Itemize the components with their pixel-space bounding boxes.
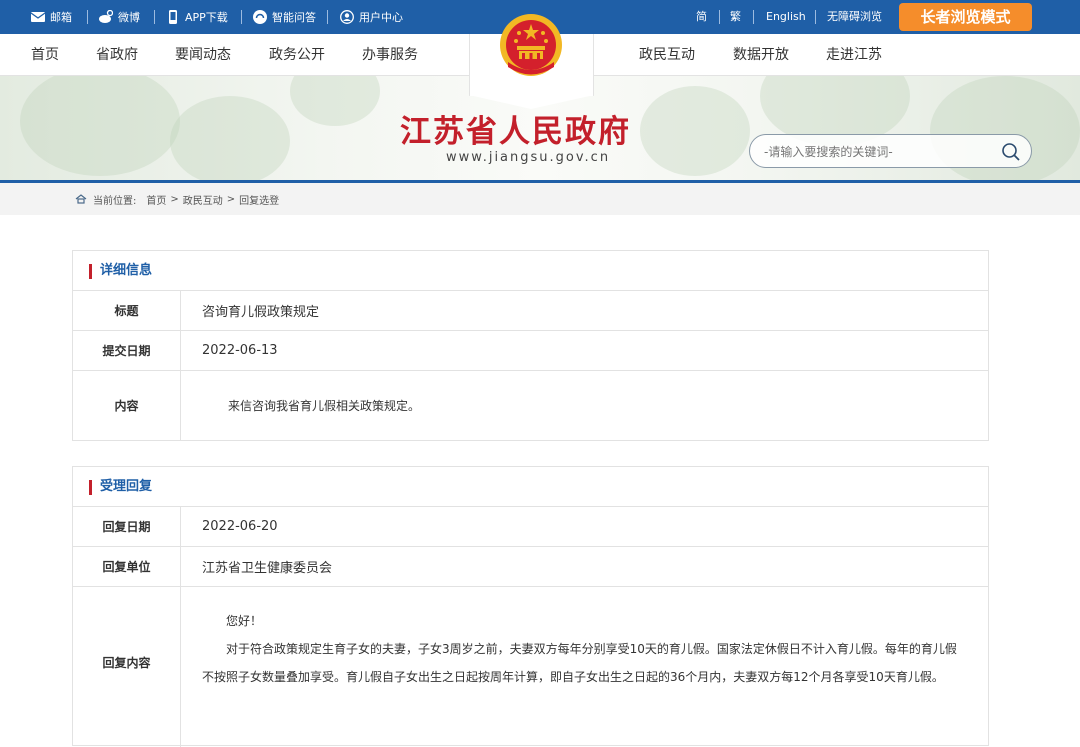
divider [87, 10, 88, 24]
nav-item-interaction[interactable]: 政民互动 [639, 34, 695, 76]
accessible-browsing-link[interactable]: 无障碍浏览 [827, 0, 882, 34]
detail-info-header: 详细信息 [73, 251, 988, 291]
detail-info-card: 详细信息 标题 咨询育儿假政策规定 提交日期 2022-06-13 内容 来信咨… [72, 250, 989, 441]
reply-card: 受理回复 回复日期 2022-06-20 回复单位 江苏省卫生健康委员会 回复内… [72, 466, 989, 747]
divider [327, 10, 328, 24]
reply-unit-row: 回复单位 江苏省卫生健康委员会 [73, 547, 988, 587]
search-box [749, 134, 1032, 168]
breadcrumb-separator: > [170, 193, 179, 205]
nav-item-news[interactable]: 要闻动态 [175, 34, 231, 76]
site-title: 江苏省人民政府 [400, 114, 631, 150]
weibo-label: 微博 [118, 11, 140, 24]
user-icon [340, 10, 354, 24]
section-marker [89, 480, 92, 495]
mail-link[interactable]: 邮箱 [31, 0, 72, 34]
title-value: 咨询育儿假政策规定 [202, 305, 320, 320]
title-label: 标题 [73, 291, 181, 330]
search-input[interactable] [764, 142, 994, 162]
breadcrumb: 当前位置: 首页 > 政民互动 > 回复选登 [75, 183, 283, 215]
weibo-icon [99, 10, 113, 23]
breadcrumb-label: 当前位置: [93, 195, 137, 207]
traditional-chinese-link[interactable]: 繁 [730, 0, 741, 34]
reply-paragraph: 对于符合政策规定生育子女的夫妻，子女3周岁之前，夫妻双方每年分别享受10天的育儿… [202, 642, 957, 684]
content-label: 内容 [73, 371, 181, 440]
breadcrumb-bar: 当前位置: 首页 > 政民互动 > 回复选登 [0, 183, 1080, 215]
nav-item-about-jiangsu[interactable]: 走进江苏 [826, 34, 882, 76]
user-center-link[interactable]: 用户中心 [340, 0, 403, 34]
content-value: 来信咨询我省育儿假相关政策规定。 [228, 399, 421, 413]
decorative-flower [290, 76, 380, 126]
mail-label: 邮箱 [50, 11, 72, 24]
app-download-link[interactable]: APP下载 [166, 0, 228, 34]
nav-item-provincial-gov[interactable]: 省政府 [96, 34, 138, 76]
app-label: APP下载 [185, 11, 228, 24]
nav-item-open-data[interactable]: 数据开放 [733, 34, 789, 76]
user-label: 用户中心 [359, 11, 403, 24]
headset-icon [253, 10, 267, 24]
submit-date-value: 2022-06-13 [202, 343, 278, 358]
reply-header: 受理回复 [73, 467, 988, 507]
decorative-flower [170, 96, 290, 182]
decorative-flower [640, 86, 750, 176]
search-icon[interactable] [1001, 142, 1021, 162]
submit-date-label: 提交日期 [73, 331, 181, 370]
reply-content-body: 您好！ 对于符合政策规定生育子女的夫妻，子女3周岁之前，夫妻双方每年分别享受10… [181, 587, 988, 747]
divider [815, 10, 816, 24]
reply-date-label: 回复日期 [73, 507, 181, 546]
breadcrumb-item-interaction[interactable]: 政民互动 [183, 192, 223, 207]
divider [154, 10, 155, 24]
reply-date-value: 2022-06-20 [202, 519, 278, 534]
national-emblem-icon [500, 14, 562, 76]
reply-unit-label: 回复单位 [73, 547, 181, 586]
detail-info-heading: 详细信息 [100, 263, 153, 278]
site-url: www.jiangsu.gov.cn [446, 150, 611, 165]
reply-content-label: 回复内容 [73, 587, 181, 747]
smart-qa-link[interactable]: 智能问答 [253, 0, 316, 34]
detail-date-row: 提交日期 2022-06-13 [73, 331, 988, 371]
nav-item-services[interactable]: 办事服务 [362, 34, 418, 76]
elder-mode-button[interactable]: 长者浏览模式 [899, 3, 1032, 31]
reply-greeting: 您好！ [226, 614, 263, 628]
divider [719, 10, 720, 24]
english-link[interactable]: English [766, 0, 806, 34]
breadcrumb-separator: > [226, 193, 236, 205]
decorative-flower [20, 76, 180, 176]
detail-content-row: 内容 来信咨询我省育儿假相关政策规定。 [73, 371, 988, 440]
reply-date-row: 回复日期 2022-06-20 [73, 507, 988, 547]
section-marker [89, 264, 92, 279]
reply-content-row: 回复内容 您好！ 对于符合政策规定生育子女的夫妻，子女3周岁之前，夫妻双方每年分… [73, 587, 988, 747]
mail-icon [31, 12, 45, 22]
reply-heading: 受理回复 [100, 479, 153, 494]
home-icon [75, 194, 87, 204]
nav-item-home[interactable]: 首页 [31, 34, 59, 76]
divider [753, 10, 754, 24]
weibo-link[interactable]: 微博 [99, 0, 140, 34]
nav-item-gov-affairs[interactable]: 政务公开 [269, 34, 325, 76]
reply-unit-value: 江苏省卫生健康委员会 [202, 561, 333, 576]
breadcrumb-item-reply-selection[interactable]: 回复选登 [239, 192, 279, 207]
detail-title-row: 标题 咨询育儿假政策规定 [73, 291, 988, 331]
phone-icon [169, 10, 177, 24]
simplified-chinese-link[interactable]: 简 [696, 0, 707, 34]
qa-label: 智能问答 [272, 11, 316, 24]
divider [241, 10, 242, 24]
breadcrumb-item-home[interactable]: 首页 [146, 192, 166, 207]
